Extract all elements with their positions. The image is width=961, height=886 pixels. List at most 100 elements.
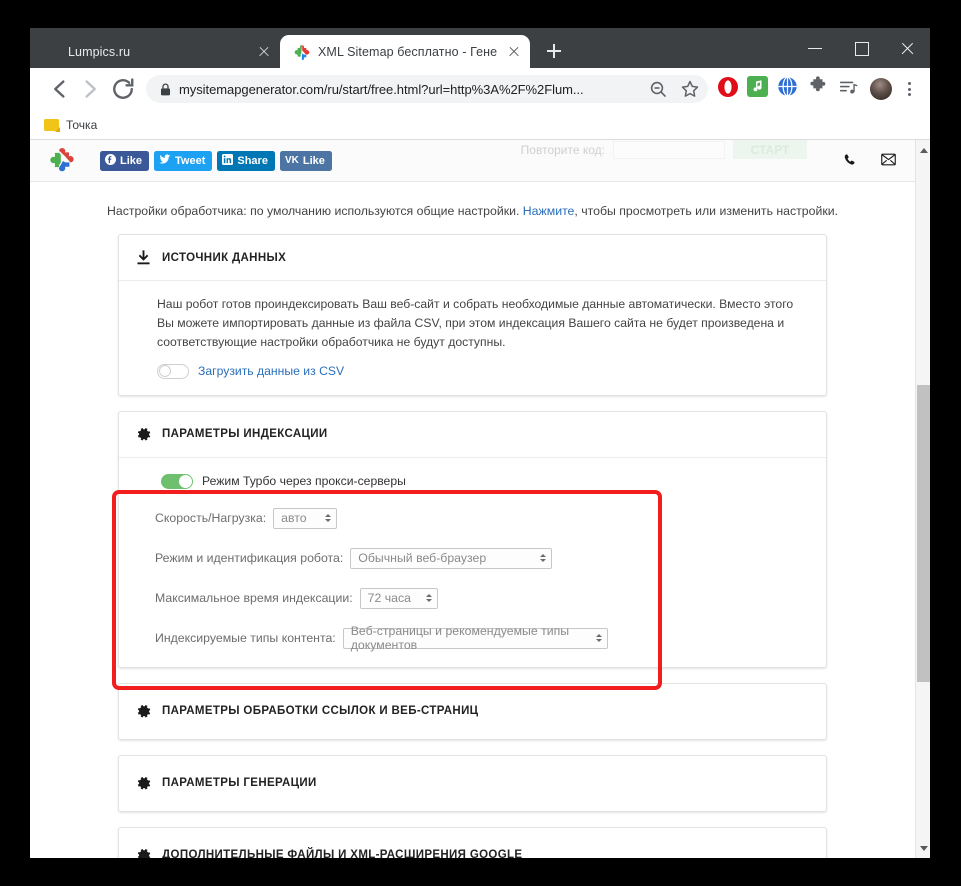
linkedin-share-label: Share <box>237 155 268 167</box>
linkedin-icon <box>222 154 233 168</box>
scroll-down-arrow-icon[interactable] <box>916 840 930 856</box>
mail-icon[interactable] <box>881 153 897 169</box>
turbo-mode-row[interactable]: Режим Турбо через прокси-серверы <box>119 474 810 489</box>
tab-lumpics[interactable]: Lumpics.ru <box>30 35 280 68</box>
download-icon <box>135 249 152 266</box>
ghost-captcha-row: Повторите код: СТАРТ <box>521 140 807 159</box>
captcha-input[interactable] <box>613 141 725 159</box>
panel-title: ПАРАМЕТРЫ ИНДЕКСАЦИИ <box>162 428 328 440</box>
panel-generation-params[interactable]: ПАРАМЕТРЫ ГЕНЕРАЦИИ <box>118 755 827 812</box>
notice-link[interactable]: Нажмите <box>523 204 575 218</box>
twitter-bird-icon <box>159 154 171 168</box>
panel-generation-header[interactable]: ПАРАМЕТРЫ ГЕНЕРАЦИИ <box>119 756 826 811</box>
close-icon[interactable] <box>256 44 272 60</box>
panel-data-source-body: Наш робот готов проиндексировать Ваш веб… <box>119 280 826 395</box>
turbo-mode-toggle[interactable] <box>161 474 193 489</box>
folder-icon <box>44 119 59 131</box>
chevron-updown-icon <box>596 634 602 642</box>
scrollbar-thumb[interactable] <box>917 385 930 682</box>
close-window-button[interactable] <box>884 32 930 64</box>
panel-data-source-header[interactable]: ИСТОЧНИК ДАННЫХ <box>119 235 826 280</box>
tab-xml-sitemap[interactable]: XML Sitemap бесплатно - Генер <box>280 35 530 68</box>
site-header: Like Tweet Share <box>30 140 915 182</box>
panel-link-processing[interactable]: ПАРАМЕТРЫ ОБРАБОТКИ ССЫЛОК И ВЕБ-СТРАНИЦ <box>118 683 827 740</box>
processor-settings-notice: Настройки обработчика: по умолчанию испо… <box>30 182 915 234</box>
panel-indexing-header[interactable]: ПАРАМЕТРЫ ИНДЕКСАЦИИ <box>119 412 826 457</box>
globe-icon[interactable] <box>777 76 803 102</box>
linkedin-share-button[interactable]: Share <box>217 151 275 171</box>
new-tab-button[interactable] <box>540 37 568 65</box>
panel-title: ДОПОЛНИТЕЛЬНЫЕ ФАЙЛЫ И XML-РАСШИРЕНИЯ GO… <box>162 849 522 858</box>
panel-title: ИСТОЧНИК ДАННЫХ <box>162 252 286 264</box>
url-text: mysitemapgenerator.com/ru/start/free.htm… <box>179 82 638 97</box>
bookmark-tochka[interactable]: Точка <box>44 118 97 132</box>
facebook-icon <box>105 154 116 168</box>
facebook-like-button[interactable]: Like <box>100 151 149 171</box>
notice-text-after: , чтобы просмотреть или изменить настрой… <box>574 204 838 218</box>
forward-arrow-icon[interactable] <box>76 74 106 104</box>
panel-additional-files[interactable]: ДОПОЛНИТЕЛЬНЫЕ ФАЙЛЫ И XML-РАСШИРЕНИЯ GO… <box>118 827 827 858</box>
select-value: 72 часа <box>368 591 411 605</box>
content-types-select[interactable]: Веб-страницы и рекомендуемые типы докуме… <box>343 628 608 649</box>
close-icon[interactable] <box>506 44 522 60</box>
orange-circle-icon <box>44 44 60 60</box>
twitter-tweet-button[interactable]: Tweet <box>154 151 212 171</box>
star-icon[interactable] <box>678 77 702 101</box>
page-content: Like Tweet Share <box>30 140 915 858</box>
reading-list-icon[interactable] <box>837 76 863 102</box>
field-label: Скорость/Нагрузка: <box>155 511 266 525</box>
panel-indexing-body: Режим Турбо через прокси-серверы Скорост… <box>119 457 826 667</box>
panel-link-processing-header[interactable]: ПАРАМЕТРЫ ОБРАБОТКИ ССЫЛОК И ВЕБ-СТРАНИЦ <box>119 684 826 739</box>
browser-toolbar: mysitemapgenerator.com/ru/start/free.htm… <box>30 68 930 110</box>
csv-upload-toggle[interactable] <box>157 364 189 379</box>
maximize-button[interactable] <box>838 32 884 64</box>
minimize-button[interactable] <box>792 32 838 64</box>
window-controls <box>792 28 930 68</box>
scroll-up-arrow-icon[interactable] <box>916 142 930 158</box>
bookmarks-bar: Точка <box>30 110 930 140</box>
opera-icon[interactable] <box>717 76 743 102</box>
tab-strip: Lumpics.ru XML Sitemap бесплатно - Генер <box>30 28 930 68</box>
page-viewport: Like Tweet Share <box>30 140 930 858</box>
bookmark-label: Точка <box>66 118 97 132</box>
puzzle-logo-icon <box>48 148 74 174</box>
site-header-icons <box>843 153 901 169</box>
chevron-updown-icon <box>540 554 546 562</box>
avatar[interactable] <box>870 78 892 100</box>
speed-load-select[interactable]: авто <box>273 508 337 529</box>
puzzle-icon <box>294 44 310 60</box>
select-value: авто <box>281 511 306 525</box>
panel-indexing-params: ПАРАМЕТРЫ ИНДЕКСАЦИИ Режим Турбо через п… <box>118 411 827 668</box>
field-speed-load: Скорость/Нагрузка: авто <box>119 508 810 529</box>
back-arrow-icon[interactable] <box>44 74 74 104</box>
zoom-out-icon[interactable] <box>646 77 670 101</box>
csv-upload-toggle-row[interactable]: Загрузить данные из CSV <box>149 364 810 379</box>
field-label: Режим и идентификация робота: <box>155 551 343 565</box>
page-scrollbar[interactable] <box>915 140 930 858</box>
gear-icon <box>135 426 152 443</box>
twitter-tweet-label: Tweet <box>175 155 205 167</box>
field-robot-mode: Режим и идентификация робота: Обычный ве… <box>119 548 810 569</box>
vk-like-button[interactable]: VK Like <box>280 151 332 171</box>
address-bar[interactable]: mysitemapgenerator.com/ru/start/free.htm… <box>146 75 708 103</box>
panel-data-source: ИСТОЧНИК ДАННЫХ Наш робот готов проиндек… <box>118 234 827 396</box>
tab-title: Lumpics.ru <box>68 45 248 59</box>
phone-icon[interactable] <box>843 153 859 169</box>
panel-additional-files-header[interactable]: ДОПОЛНИТЕЛЬНЫЕ ФАЙЛЫ И XML-РАСШИРЕНИЯ GO… <box>119 828 826 858</box>
tab-title: XML Sitemap бесплатно - Генер <box>318 45 498 59</box>
gear-icon <box>135 775 152 792</box>
field-content-types: Индексируемые типы контента: Веб-страниц… <box>119 628 810 649</box>
max-index-time-select[interactable]: 72 часа <box>360 588 438 609</box>
csv-upload-label[interactable]: Загрузить данные из CSV <box>198 364 344 378</box>
kebab-menu-icon[interactable] <box>898 76 920 102</box>
robot-mode-select[interactable]: Обычный веб-браузер <box>350 548 552 569</box>
start-button[interactable]: СТАРТ <box>733 140 807 159</box>
facebook-like-label: Like <box>120 155 142 167</box>
panel-title: ПАРАМЕТРЫ ГЕНЕРАЦИИ <box>162 777 317 789</box>
vk-like-label: Like <box>303 155 325 167</box>
music-note-icon[interactable] <box>747 76 773 102</box>
notice-text-before: Настройки обработчика: по умолчанию испо… <box>107 204 523 218</box>
puzzle-icon[interactable] <box>807 76 833 102</box>
reload-icon[interactable] <box>108 74 138 104</box>
browser-window: Lumpics.ru XML Sitemap бесплатно - Генер <box>30 28 930 858</box>
